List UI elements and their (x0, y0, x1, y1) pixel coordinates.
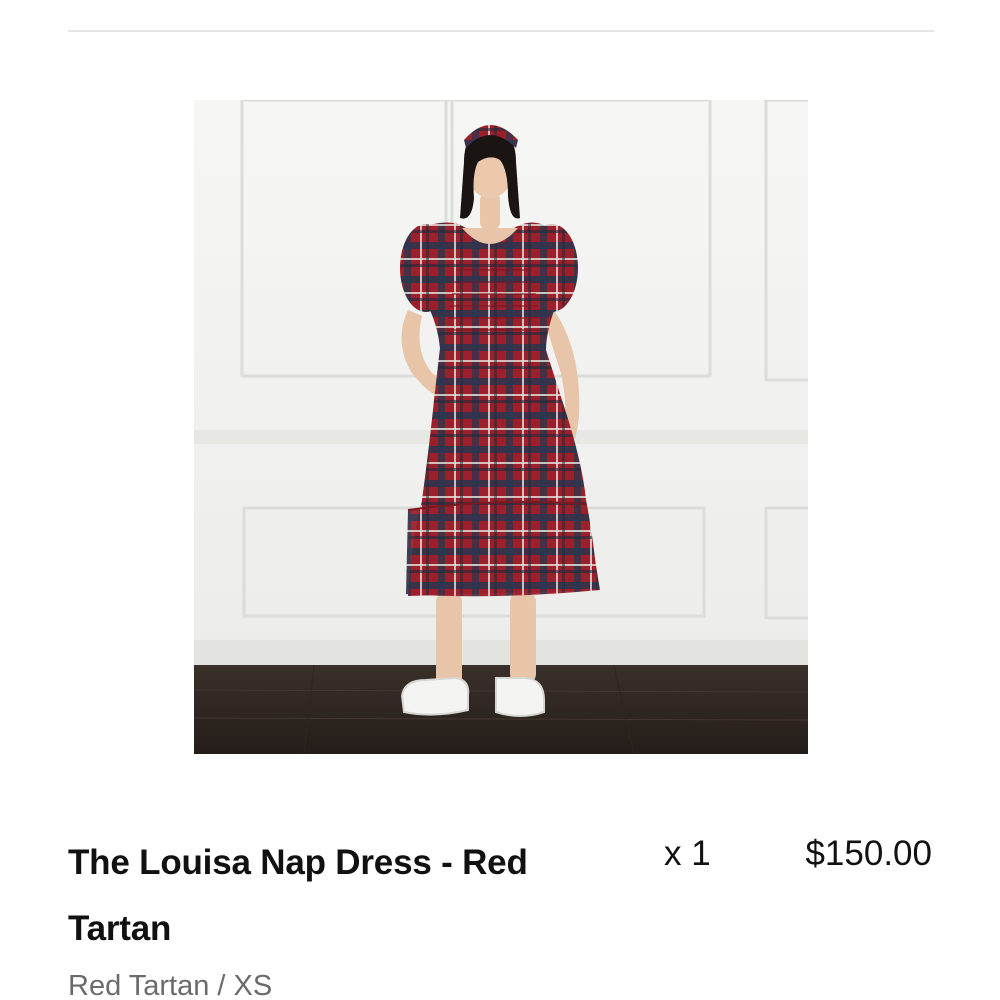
item-price: $150.00 (805, 834, 932, 873)
item-variant: Red Tartan / XS (68, 970, 273, 1000)
product-image[interactable] (194, 100, 808, 754)
order-summary-page: The Louisa Nap Dress - Red Tartan x 1 $1… (0, 0, 1000, 1000)
cart-line-item: The Louisa Nap Dress - Red Tartan x 1 $1… (0, 820, 1000, 1000)
product-title[interactable]: The Louisa Nap Dress - Red Tartan (68, 830, 628, 962)
item-quantity: x 1 (664, 834, 711, 873)
section-divider (68, 30, 934, 32)
